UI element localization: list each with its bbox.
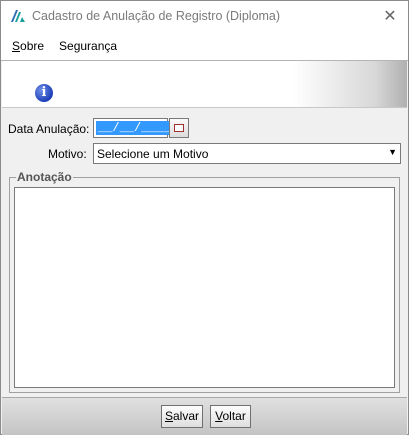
back-button[interactable]: Voltar — [210, 405, 251, 428]
notes-legend: Anotação — [16, 170, 73, 184]
menu-bar: Sobre Segurança — [1, 33, 408, 61]
date-value: __/__/____ — [96, 121, 173, 135]
app-logo-icon — [11, 10, 25, 22]
save-button[interactable]: Salvar — [161, 405, 203, 428]
title-bar: Cadastro de Anulação de Registro (Diplom… — [1, 1, 408, 33]
notes-textarea[interactable] — [14, 187, 395, 388]
reason-select[interactable]: Selecione um Motivo ▼ — [93, 143, 401, 164]
chevron-down-icon: ▼ — [388, 147, 397, 157]
calendar-icon — [174, 124, 184, 132]
app-window: Cadastro de Anulação de Registro (Diplom… — [0, 0, 409, 435]
header-banner: i — [2, 61, 407, 108]
info-icon: i — [35, 84, 53, 102]
calendar-button[interactable] — [169, 118, 189, 138]
close-icon: ✕ — [383, 8, 397, 25]
window-title: Cadastro de Anulação de Registro (Diplom… — [32, 9, 281, 23]
date-label: Data Anulação: — [8, 122, 90, 136]
footer-bar: Salvar Voltar — [2, 397, 407, 435]
notes-group: Anotação — [9, 170, 400, 393]
reason-value: Selecione um Motivo — [97, 147, 209, 161]
menu-sobre[interactable]: Sobre — [12, 39, 44, 53]
close-button[interactable]: ✕ — [376, 3, 404, 29]
form-area: Data Anulação: __/__/____ Motivo: Seleci… — [1, 108, 408, 395]
date-field[interactable]: __/__/____ — [93, 118, 173, 138]
reason-label: Motivo: — [48, 147, 87, 161]
menu-seguranca[interactable]: Segurança — [59, 39, 117, 53]
